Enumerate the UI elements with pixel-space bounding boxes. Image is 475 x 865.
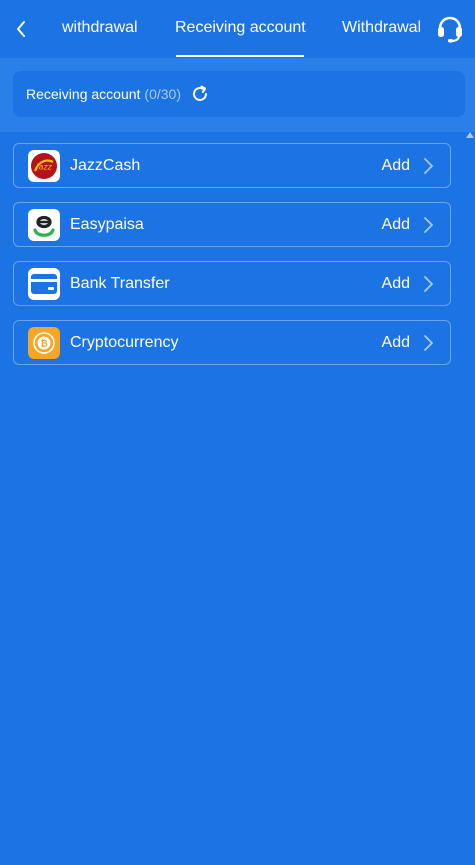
chevron-right-icon [424,335,433,351]
chevron-right-icon [424,276,433,292]
account-row-cryptocurrency[interactable]: ₿ Cryptocurrency Add [13,320,451,365]
add-cryptocurrency-button[interactable]: Add [382,321,410,364]
tab-withdrawal-records[interactable]: Withdrawal [342,0,420,58]
account-label: Easypaisa [70,216,144,233]
top-navigation-bar: withdrawal Receiving account Withdrawal [0,0,475,58]
cryptocurrency-coin-icon: ₿ [28,327,60,359]
svg-text:₿: ₿ [40,339,47,350]
add-easypaisa-button[interactable]: Add [382,203,410,246]
refresh-icon [193,85,207,101]
back-button[interactable] [6,14,36,44]
account-label: JazzCash [70,157,141,174]
account-count-card: Receiving account (0/30) [13,71,465,117]
chevron-right-icon [424,158,433,174]
account-method-list: Jazz JazzCash Add Easypaisa Add Bank Tra… [13,143,451,379]
account-count-value: (0/30) [144,86,181,102]
svg-text:Jazz: Jazz [34,163,52,172]
account-row-jazzcash[interactable]: Jazz JazzCash Add [13,143,451,188]
receiving-account-label: Receiving account [26,86,141,102]
active-tab-indicator [176,55,304,57]
refresh-button[interactable] [190,84,210,104]
account-count-panel: Receiving account (0/30) [0,58,475,132]
account-row-easypaisa[interactable]: Easypaisa Add [13,202,451,247]
bank-card-icon [28,268,60,300]
tab-withdrawal[interactable]: withdrawal [62,0,138,58]
customer-support-button[interactable] [433,12,467,46]
account-label: Bank Transfer [70,275,170,292]
jazzcash-logo: Jazz [28,150,60,182]
account-row-bank-transfer[interactable]: Bank Transfer Add [13,261,451,306]
chevron-left-icon [17,21,25,37]
tab-receiving-account[interactable]: Receiving account [175,0,306,58]
account-label: Cryptocurrency [70,334,179,351]
add-bank-transfer-button[interactable]: Add [382,262,410,305]
scroll-up-indicator [466,132,474,138]
headset-icon [438,16,462,43]
tab-strip: withdrawal Receiving account Withdrawal [44,0,420,58]
add-jazzcash-button[interactable]: Add [382,144,410,187]
easypaisa-logo [28,209,60,241]
chevron-right-icon [424,217,433,233]
